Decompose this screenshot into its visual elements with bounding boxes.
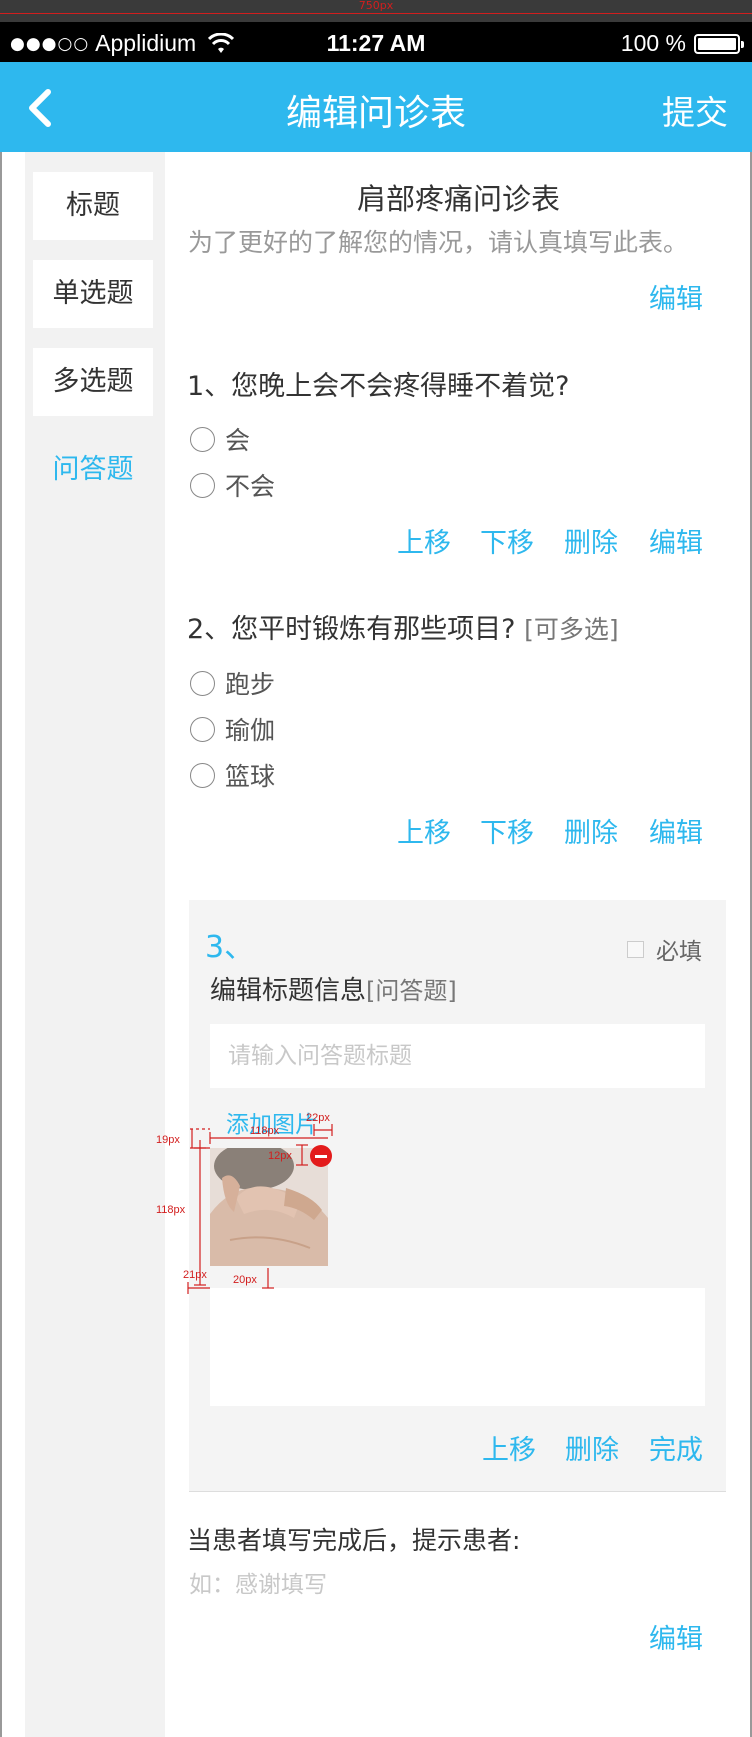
attached-image [210,1148,328,1266]
completion-label: 当患者填写完成后，提示患者: [187,1526,521,1555]
status-bar: ●●●○○ Applidium 11:27 AM 100 % [0,22,752,62]
option-label: 跑步 [225,670,276,699]
q2-move-up-button[interactable]: 上移 [397,811,451,850]
question-3-number: 3、 [205,930,255,965]
ruler-label: 750px [358,0,394,12]
editor-type-hint: [问答题] [366,977,457,1005]
radio-icon[interactable] [190,716,215,742]
form-description: 为了更好的了解您的情况，请认真填写此表。 [188,228,689,257]
editor-title: 编辑标题信息 [210,976,367,1006]
q3-done-button[interactable]: 完成 [649,1428,703,1467]
battery-percent: 100 % [620,30,686,56]
remove-image-icon[interactable] [310,1145,332,1167]
required-label: 必填 [656,939,702,965]
q1-edit-button[interactable]: 编辑 [649,521,703,560]
radio-icon[interactable] [190,762,215,788]
submit-button[interactable]: 提交 [662,86,728,134]
question-2-hint: [可多选] [524,615,619,644]
add-image-link[interactable]: 添加图片 [226,1105,318,1139]
radio-icon[interactable] [190,426,215,452]
completion-edit-button[interactable]: 编辑 [649,1617,703,1656]
q2-edit-button[interactable]: 编辑 [649,811,703,850]
question-3-editor: 3、 必填 编辑标题信息[问答题] 请输入问答题标题 添加图片 上移 删除 完成 [189,900,726,1492]
q2-option-2[interactable]: 瑜伽 [190,711,275,747]
q1-option-1[interactable]: 会 [190,421,250,457]
question-2-text: 2、您平时锻炼有那些项目? [可多选] [187,607,619,646]
edit-header-button[interactable]: 编辑 [649,277,703,316]
radio-icon[interactable] [190,472,215,498]
page-title: 编辑问诊表 [285,93,466,134]
q1-move-down-button[interactable]: 下移 [480,521,534,560]
q2-option-3[interactable]: 篮球 [190,757,275,793]
required-toggle[interactable]: 必填 [627,932,702,966]
sidebar-item-qa[interactable]: 问答题 [33,436,153,504]
editor-heading: 编辑标题信息[问答题] [210,970,457,1007]
q1-move-up-button[interactable]: 上移 [397,521,451,560]
sidebar-item-single-choice[interactable]: 单选题 [33,260,153,328]
question-type-sidebar: 标题 单选题 多选题 问答题 [25,152,165,1737]
q1-delete-button[interactable]: 删除 [564,521,618,560]
nav-bar: 编辑问诊表 提交 [0,62,752,152]
q2-option-1[interactable]: 跑步 [190,665,275,701]
q2-move-down-button[interactable]: 下移 [480,811,534,850]
required-checkbox[interactable] [627,940,644,958]
ruler-line [0,13,752,14]
sidebar-item-title[interactable]: 标题 [33,172,153,240]
question-1-text: 1、您晚上会不会疼得睡不着觉? [187,371,570,402]
q3-delete-button[interactable]: 删除 [565,1428,619,1467]
q3-move-up-button[interactable]: 上移 [482,1428,536,1467]
option-label: 会 [225,426,251,455]
option-label: 不会 [225,472,276,501]
option-label: 瑜伽 [225,716,276,745]
sidebar-item-multi-choice[interactable]: 多选题 [33,348,153,416]
option-label: 篮球 [225,762,276,791]
q2-delete-button[interactable]: 删除 [564,811,618,850]
qa-title-input[interactable]: 请输入问答题标题 [210,1024,705,1088]
battery-icon [694,33,744,54]
completion-input[interactable]: 如：感谢填写 [189,1565,327,1599]
frame-border-left [0,152,2,1737]
form-title: 肩部疼痛问诊表 [356,182,560,216]
shoulder-photo [210,1148,328,1266]
question-2-label: 2、您平时锻炼有那些项目? [187,614,516,645]
ruler-bar: 750px [0,0,752,22]
qa-description-textarea[interactable] [210,1288,705,1406]
radio-icon[interactable] [190,670,215,696]
q1-option-2[interactable]: 不会 [190,467,275,503]
